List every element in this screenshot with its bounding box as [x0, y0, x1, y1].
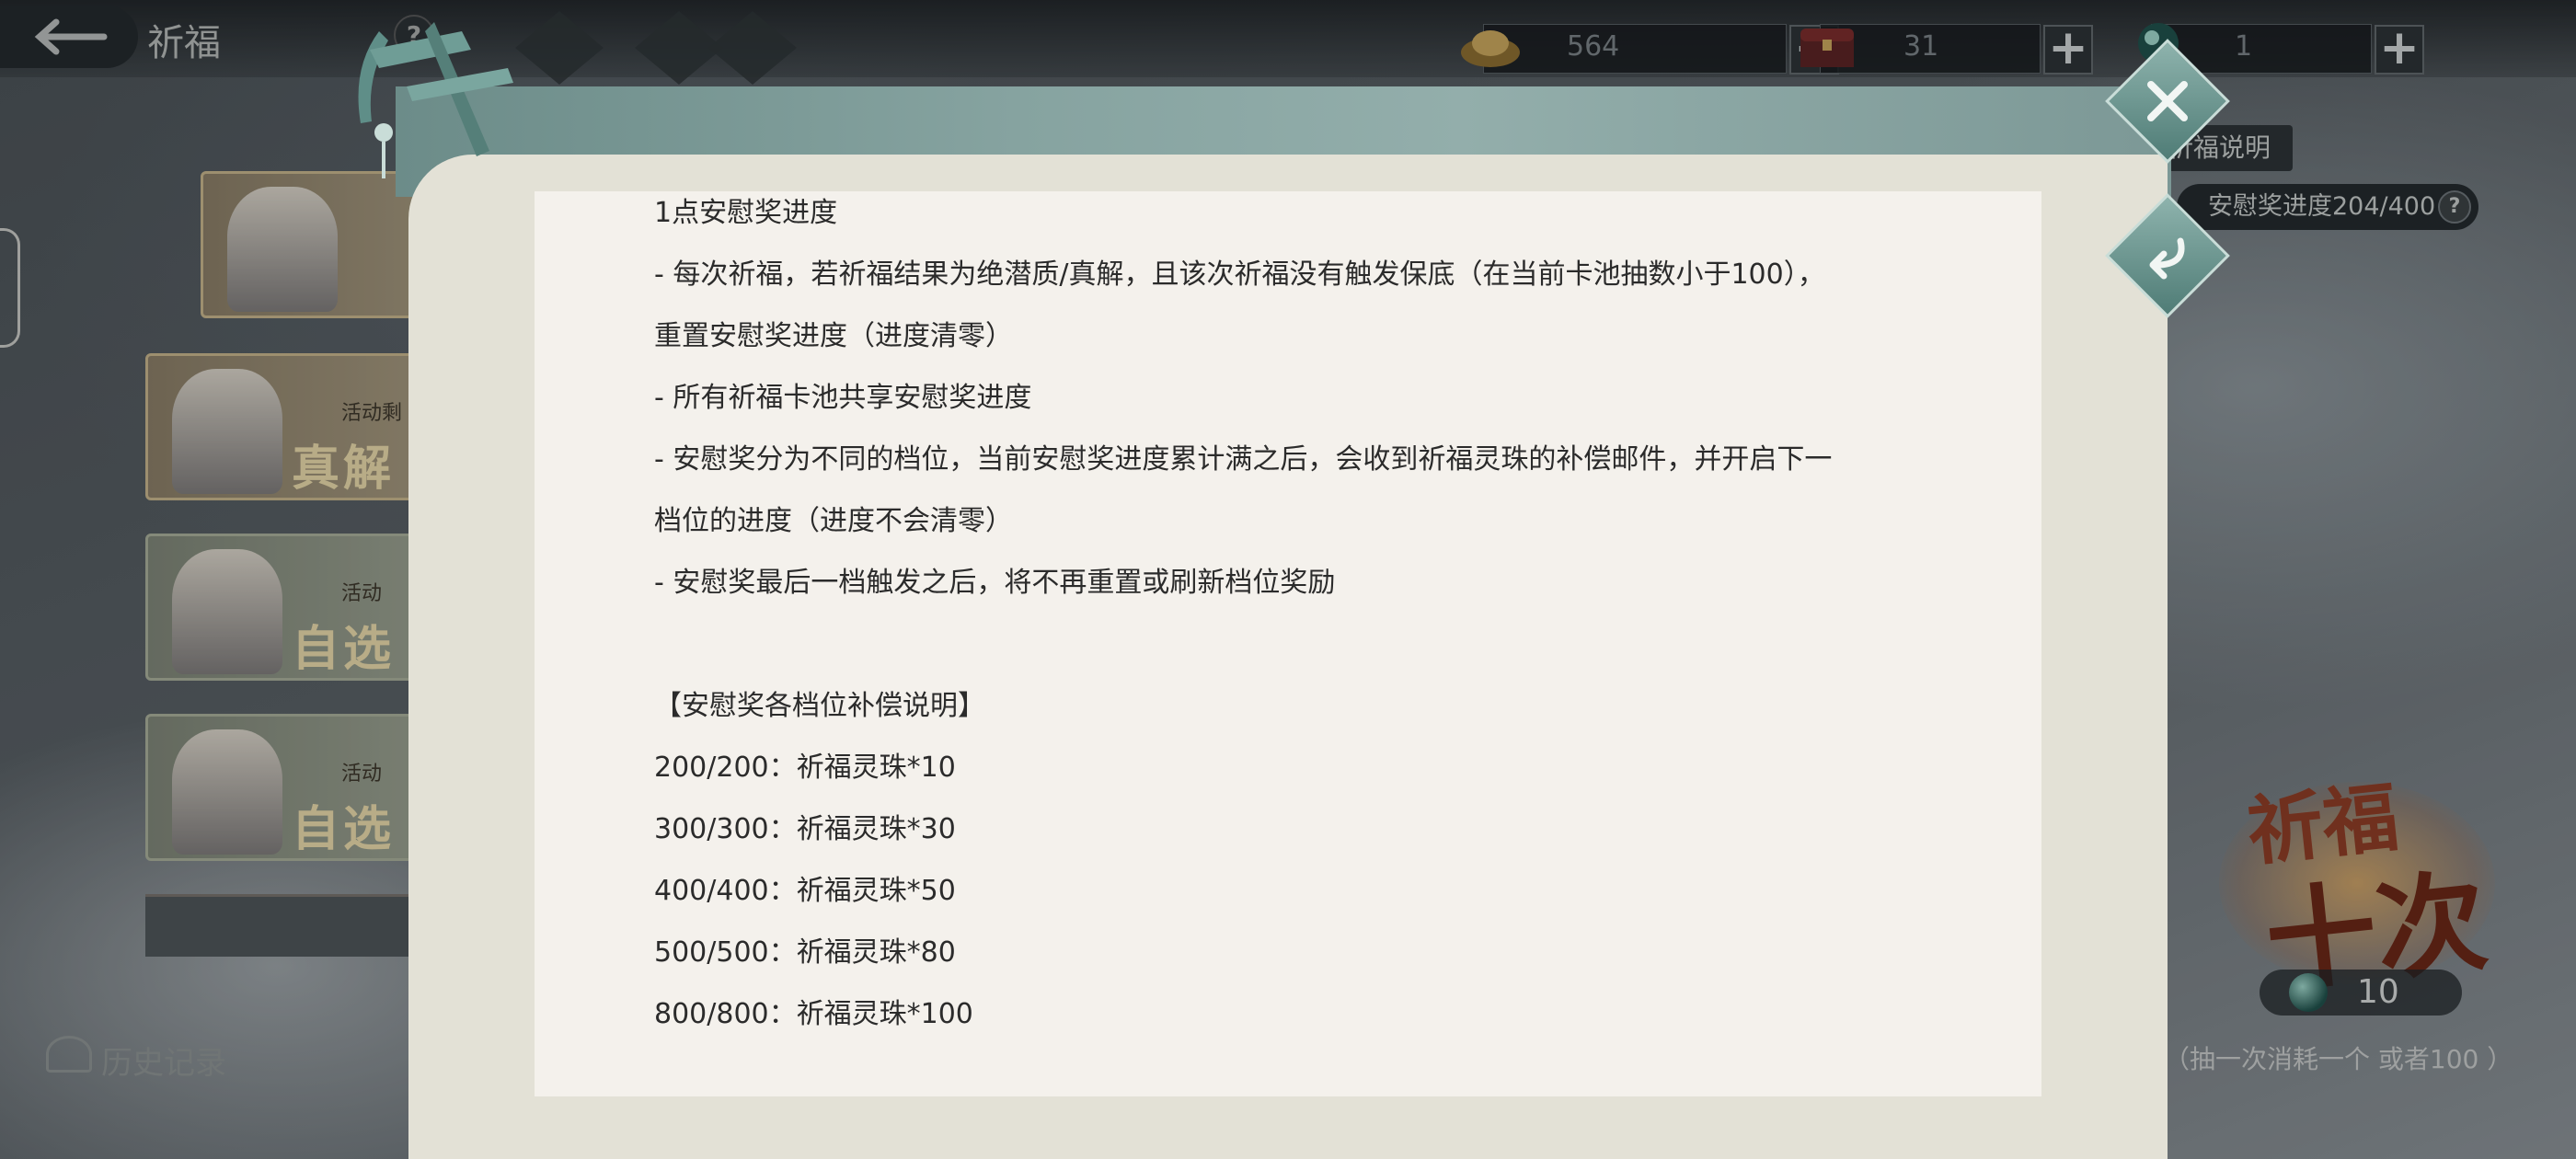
reward-tier-line: 400/400：祈福灵珠*50 [654, 875, 956, 907]
close-icon [2147, 81, 2188, 121]
rules-line: 档位的进度（进度不会清零） [654, 505, 1013, 537]
rules-line-blank [654, 623, 2007, 684]
rules-line: - 每次祈福，若祈福结果为绝潜质/真解，且该次祈福没有触发保底（在当前卡池抽数小… [654, 258, 1825, 291]
rules-content: 1点安慰奖进度 - 每次祈福，若祈福结果为绝潜质/真解，且该次祈福没有触发保底（… [535, 191, 2041, 1096]
close-button[interactable] [2105, 39, 2230, 164]
rules-line: 重置安慰奖进度（进度清零） [654, 320, 1013, 352]
rules-line: - 安慰奖分为不同的档位，当前安慰奖进度累计满之后，会收到祈福灵珠的补偿邮件，并… [654, 443, 1833, 476]
return-arrow-icon [2149, 237, 2185, 280]
rules-section-title: 【安慰奖各档位补偿说明】 [654, 690, 985, 722]
rules-line: 1点安慰奖进度 [654, 197, 838, 229]
reward-tier-line: 300/300：祈福灵珠*30 [654, 813, 956, 845]
reward-tier-line: 500/500：祈福灵珠*80 [654, 936, 956, 969]
rules-line: - 安慰奖最后一档触发之后，将不再重置或刷新档位奖励 [654, 567, 1336, 599]
reward-tier-line: 800/800：祈福灵珠*100 [654, 998, 973, 1030]
rules-text: 1点安慰奖进度 - 每次祈福，若祈福结果为绝潜质/真解，且该次祈福没有触发保底（… [654, 191, 2007, 1054]
rules-line: - 所有祈福卡池共享安慰奖进度 [654, 382, 1032, 414]
return-button[interactable] [2105, 193, 2230, 318]
sword-ornament-icon [358, 22, 513, 178]
reward-tier-line: 200/200：祈福灵珠*10 [654, 752, 956, 784]
